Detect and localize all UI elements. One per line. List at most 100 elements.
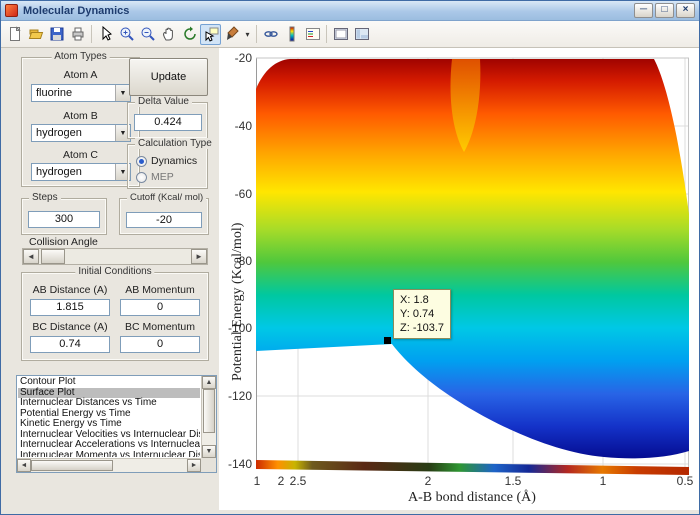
brush-glyph xyxy=(224,26,240,42)
collision-angle-slider[interactable]: ◄ ► xyxy=(22,248,208,265)
atom-a-label: Atom A xyxy=(22,69,139,81)
atom-a-dropdown[interactable]: fluorine ▼ xyxy=(31,84,131,102)
toolbar-separator xyxy=(256,25,257,43)
toolbar: ▾ xyxy=(1,21,699,48)
insert-colorbar-icon[interactable] xyxy=(281,24,302,45)
print-glyph xyxy=(70,26,86,42)
datatip[interactable]: X: 1.8 Y: 0.74 Z: -103.7 xyxy=(393,289,451,339)
pan-glyph xyxy=(161,26,177,42)
show-plot-tools-icon[interactable] xyxy=(351,24,372,45)
x-tick-label: 2 xyxy=(425,474,432,488)
new-document-icon[interactable] xyxy=(4,24,25,45)
bc-distance-field[interactable]: 0.74 xyxy=(30,336,110,353)
surface-plot[interactable] xyxy=(256,56,689,476)
collision-angle-label: Collision Angle xyxy=(29,236,98,248)
scrollbar-corner xyxy=(201,458,216,472)
y-tick-label: -40 xyxy=(220,119,252,133)
insert-legend-icon[interactable] xyxy=(302,24,323,45)
delta-value-field[interactable]: 0.424 xyxy=(134,114,202,131)
hide-plot-tools-icon[interactable] xyxy=(330,24,351,45)
open-file-glyph xyxy=(28,26,44,42)
list-item[interactable]: Internuclear Momenta vs Internuclear Dis… xyxy=(18,451,200,458)
bc-distance-label: BC Distance (A) xyxy=(30,321,110,333)
scroll-down-icon[interactable]: ▼ xyxy=(202,445,216,458)
initial-conditions-title: Initial Conditions xyxy=(75,266,154,277)
brush-dropdown-icon[interactable]: ▾ xyxy=(242,24,253,45)
scroll-left-icon[interactable]: ◄ xyxy=(17,459,31,472)
bc-momentum-label: BC Momentum xyxy=(120,321,200,333)
y-axis-label: Potential Energy (Kcal/mol) xyxy=(230,223,246,381)
x-tick-label: 1 xyxy=(600,474,607,488)
chevron-down-icon[interactable]: ▼ xyxy=(115,85,130,101)
save-icon[interactable] xyxy=(46,24,67,45)
x-tick-label: 2.5 xyxy=(290,474,307,488)
horizontal-scrollbar[interactable]: ◄ ► xyxy=(17,458,201,472)
ab-distance-field[interactable]: 1.815 xyxy=(30,299,110,316)
list-item[interactable]: Internuclear Accelerations vs Internucle… xyxy=(18,440,200,451)
pan-icon[interactable] xyxy=(158,24,179,45)
list-item[interactable]: Kinetic Energy vs Time xyxy=(18,419,200,430)
mep-radio-label: MEP xyxy=(151,171,174,183)
scroll-up-icon[interactable]: ▲ xyxy=(202,376,216,389)
list-item[interactable]: Contour Plot xyxy=(18,377,200,388)
atom-types-panel: Atom Types Atom A fluorine ▼ Atom B hydr… xyxy=(21,57,140,187)
slider-thumb[interactable] xyxy=(41,249,65,264)
rotate-3d-glyph xyxy=(182,26,198,42)
delta-value-title: Delta Value xyxy=(135,96,192,107)
print-icon[interactable] xyxy=(67,24,88,45)
rotate-3d-icon[interactable] xyxy=(179,24,200,45)
y-tick-label: -60 xyxy=(220,187,252,201)
titlebar[interactable]: Molecular Dynamics ─ □ × xyxy=(1,1,699,21)
vertical-scrollbar[interactable]: ▲ ▼ xyxy=(201,376,216,458)
cutoff-title: Cutoff (Kcal/ mol) xyxy=(127,192,206,203)
slider-track[interactable] xyxy=(39,249,191,264)
zoom-in-icon[interactable] xyxy=(116,24,137,45)
close-button[interactable]: × xyxy=(676,3,695,18)
y-tick-label: -20 xyxy=(220,51,252,65)
list-item[interactable]: Internuclear Distances vs Time xyxy=(18,398,200,409)
dynamics-radio[interactable]: Dynamics xyxy=(136,155,197,167)
steps-title: Steps xyxy=(29,192,61,203)
atom-b-value: hydrogen xyxy=(32,127,115,139)
app-icon xyxy=(5,4,18,17)
calculation-type-panel: Calculation Type Dynamics MEP xyxy=(127,144,208,189)
scroll-right-icon[interactable]: ► xyxy=(187,459,201,472)
minimize-button[interactable]: ─ xyxy=(634,3,653,18)
zoom-out-icon[interactable] xyxy=(137,24,158,45)
datatip-y: Y: 0.74 xyxy=(400,307,444,321)
cutoff-field[interactable]: -20 xyxy=(126,212,202,228)
horizontal-scroll-thumb[interactable] xyxy=(31,460,113,471)
steps-field[interactable]: 300 xyxy=(28,211,100,228)
save-glyph xyxy=(49,26,65,42)
ab-momentum-field[interactable]: 0 xyxy=(120,299,200,316)
toolbar-separator xyxy=(326,25,327,43)
link-plots-glyph xyxy=(263,26,279,42)
insert-legend-glyph xyxy=(305,26,321,42)
link-plots-icon[interactable] xyxy=(260,24,281,45)
update-button[interactable]: Update xyxy=(129,58,208,96)
maximize-button[interactable]: □ xyxy=(655,3,674,18)
radio-selected-icon[interactable] xyxy=(136,156,147,167)
brush-icon[interactable] xyxy=(221,24,242,45)
bc-momentum-field[interactable]: 0 xyxy=(120,336,200,353)
radio-unselected-icon[interactable] xyxy=(136,172,147,183)
vertical-scroll-thumb[interactable] xyxy=(203,389,215,433)
atom-c-dropdown[interactable]: hydrogen ▼ xyxy=(31,163,131,181)
ab-momentum-label: AB Momentum xyxy=(120,284,200,296)
pointer-glyph xyxy=(98,26,114,42)
plot-type-listbox[interactable]: Contour Plot Surface Plot Internuclear D… xyxy=(16,375,217,473)
insert-colorbar-glyph xyxy=(284,26,300,42)
steps-panel: Steps 300 xyxy=(21,198,107,235)
mep-radio[interactable]: MEP xyxy=(136,171,174,183)
slider-left-arrow-icon[interactable]: ◄ xyxy=(23,249,39,264)
data-cursor-icon[interactable] xyxy=(200,24,221,45)
slider-right-arrow-icon[interactable]: ► xyxy=(191,249,207,264)
atom-c-value: hydrogen xyxy=(32,166,115,178)
depth-tick-label: 1 xyxy=(254,474,261,488)
atom-b-dropdown[interactable]: hydrogen ▼ xyxy=(31,124,131,142)
pointer-icon[interactable] xyxy=(95,24,116,45)
datatip-marker[interactable] xyxy=(384,337,391,344)
atom-a-value: fluorine xyxy=(32,87,115,99)
open-file-icon[interactable] xyxy=(25,24,46,45)
molecular-dynamics-window: Molecular Dynamics ─ □ × xyxy=(0,0,700,515)
